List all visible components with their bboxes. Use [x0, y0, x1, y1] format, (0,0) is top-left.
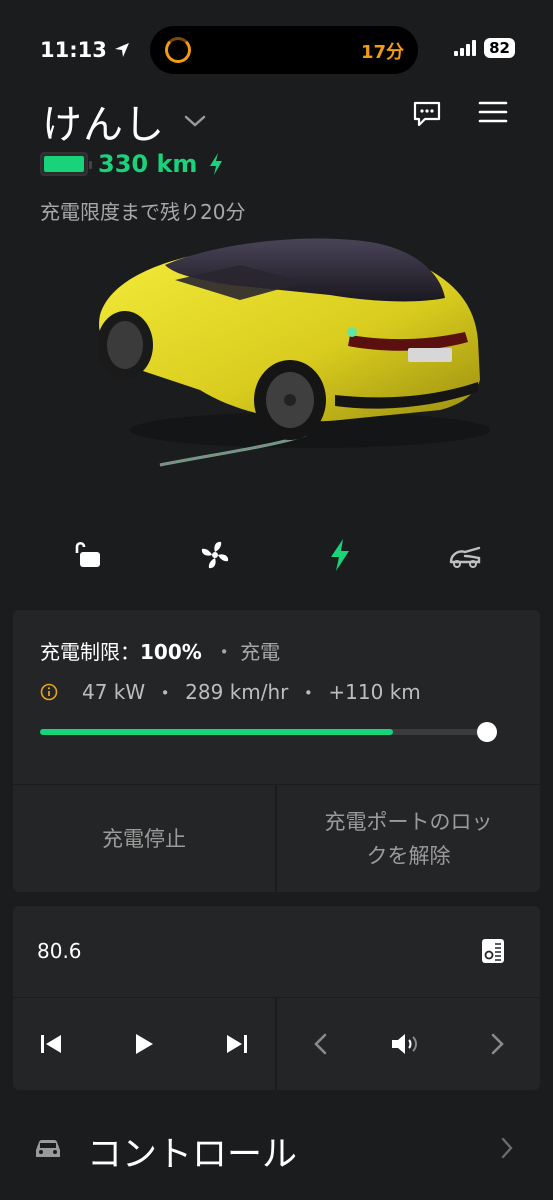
battery-fill [44, 156, 84, 172]
car-icon [36, 1140, 60, 1157]
stop-charging-button[interactable]: 充電停止 [13, 785, 275, 892]
stop-charging-label: 充電停止 [102, 826, 186, 851]
chevron-down-icon [184, 115, 206, 127]
status-indicators: 82 [454, 38, 515, 58]
vehicle-selector[interactable]: けんし [42, 92, 207, 150]
fan-icon [201, 541, 229, 569]
charging-panel: 充電制限：100% ・充電 47 kW ・ 289 km/hr ・ +110 k… [13, 610, 540, 892]
separator: ・ [214, 640, 235, 664]
volume-button[interactable] [389, 1030, 423, 1058]
previous-track-button[interactable] [37, 1030, 65, 1058]
slider-handle[interactable] [477, 722, 497, 742]
charge-limit-value: 100% [140, 640, 202, 664]
charge-speed: 289 km/hr [185, 679, 289, 704]
radio-station: 80.6 [37, 939, 82, 963]
battery-icon [40, 152, 92, 176]
charge-progress-fill [40, 729, 394, 735]
range-added: +110 km [328, 679, 421, 704]
charge-state: 充電 [240, 640, 281, 664]
charge-bolt-icon [331, 539, 349, 571]
charge-limit[interactable]: 充電制限：100% ・充電 [40, 636, 280, 665]
controls-menu-item[interactable]: コントロール [13, 1118, 540, 1180]
charge-button[interactable] [320, 535, 360, 575]
chevron-right-icon [501, 1137, 513, 1159]
volume-up-button[interactable] [485, 1030, 511, 1058]
play-icon [136, 1034, 153, 1054]
location-arrow-icon [114, 43, 129, 57]
chevron-right-icon [491, 1033, 504, 1055]
cell-signal-icon [454, 40, 477, 56]
trunk-icon [449, 546, 481, 568]
info-icon[interactable] [40, 683, 58, 701]
media-panel: 80.6 [13, 906, 540, 1090]
charge-limit-label: 充電制限： [40, 640, 140, 664]
chevron-left-icon [314, 1033, 327, 1055]
range-indicator: 330 km [40, 150, 225, 178]
unlock-port-label-line2: クを解除 [366, 843, 451, 868]
play-button[interactable] [130, 1030, 158, 1058]
status-time: 11:13 [40, 38, 131, 62]
timer-text: 17分 [360, 42, 404, 63]
speaker-icon [392, 1034, 417, 1054]
charge-power: 47 kW [82, 679, 146, 704]
range-value: 330 km [98, 150, 198, 178]
timer-ring-icon [165, 37, 191, 63]
unlock-icon [75, 541, 100, 567]
unlock-button[interactable] [68, 535, 108, 575]
unlock-port-label-line1: 充電ポートのロッ [324, 809, 493, 834]
dynamic-island[interactable]: 17分 [150, 26, 418, 74]
radio-source-button[interactable] [479, 936, 507, 966]
trunk-button[interactable] [445, 535, 485, 575]
charging-bolt-icon [210, 153, 223, 175]
charge-limit-slider[interactable] [40, 722, 497, 742]
message-icon[interactable] [412, 100, 442, 128]
climate-button[interactable] [195, 535, 235, 575]
separator: ・ [155, 681, 176, 705]
vehicle-image [97, 238, 490, 467]
skip-back-icon [41, 1035, 61, 1053]
clock: 11:13 [40, 38, 107, 62]
next-track-button[interactable] [223, 1030, 251, 1058]
controls-label: コントロール [87, 1135, 298, 1175]
vehicle-name: けんし [42, 102, 165, 148]
separator: ・ [298, 681, 319, 705]
menu-icon[interactable] [478, 100, 508, 124]
volume-down-button[interactable] [307, 1030, 333, 1058]
radio-icon [482, 939, 504, 963]
unlock-charge-port-button[interactable]: 充電ポートのロッ クを解除 [277, 785, 540, 892]
battery-indicator: 82 [484, 38, 515, 58]
charge-stats: 47 kW ・ 289 km/hr ・ +110 km [40, 677, 421, 706]
skip-forward-icon [227, 1035, 247, 1053]
